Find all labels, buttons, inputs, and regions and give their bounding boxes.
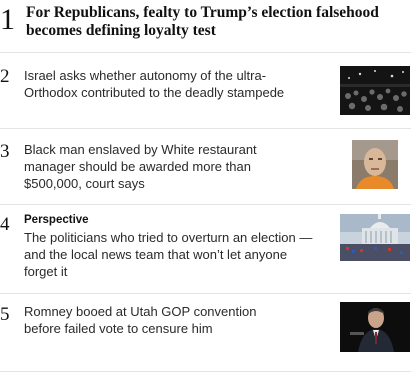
- list-item[interactable]: 1 For Republicans, fealty to Trump’s ele…: [0, 0, 411, 52]
- list-item[interactable]: 2 Israel asks whether autonomy of the ul…: [0, 53, 411, 128]
- most-read-list: 1 For Republicans, fealty to Trump’s ele…: [0, 0, 411, 375]
- headline-block[interactable]: Perspective The politicians who tried to…: [24, 213, 314, 280]
- list-item[interactable]: 3 Black man enslaved by White restaurant…: [0, 129, 411, 204]
- romney-speaking-photo[interactable]: [340, 302, 410, 352]
- headline-link[interactable]: Israel asks whether autonomy of the ultr…: [24, 67, 314, 101]
- divider: [0, 371, 411, 372]
- list-item[interactable]: 5 Romney booed at Utah GOP convention be…: [0, 294, 411, 364]
- crowd-at-night-photo[interactable]: [340, 66, 410, 115]
- rank-number: 2: [0, 66, 10, 87]
- kicker-label: Perspective: [24, 214, 89, 226]
- headline-link[interactable]: Black man enslaved by White restaurant m…: [24, 141, 274, 192]
- headline-link[interactable]: Romney booed at Utah GOP convention befo…: [24, 303, 294, 337]
- rank-number: 3: [0, 141, 10, 162]
- man-portrait-photo[interactable]: [352, 140, 398, 189]
- headline-link[interactable]: For Republicans, fealty to Trump’s elect…: [26, 4, 406, 40]
- rank-number: 1: [0, 3, 15, 36]
- capitol-crowd-photo[interactable]: [340, 214, 410, 261]
- list-item[interactable]: 4 Perspective The politicians who tried …: [0, 205, 411, 293]
- headline-link[interactable]: The politicians who tried to overturn an…: [24, 230, 312, 279]
- rank-number: 5: [0, 304, 10, 325]
- rank-number: 4: [0, 214, 10, 235]
